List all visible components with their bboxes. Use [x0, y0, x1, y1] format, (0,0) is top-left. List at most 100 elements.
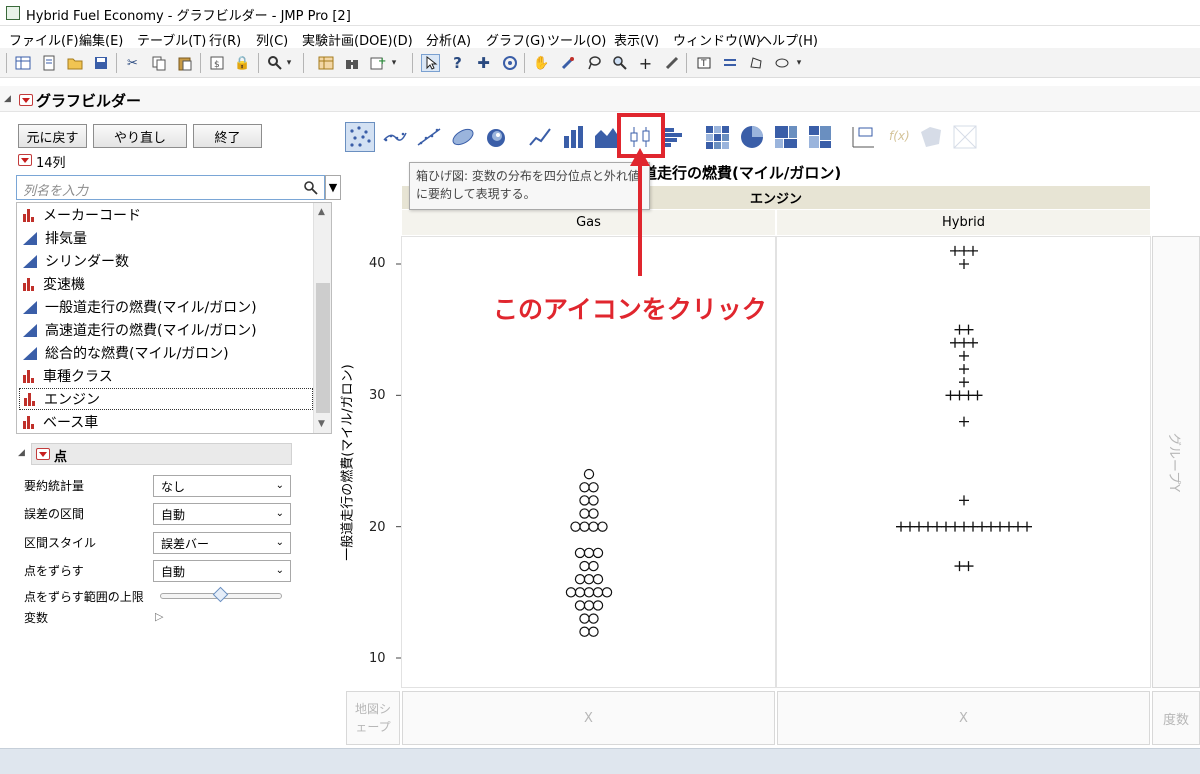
- menu-table[interactable]: テーブル(T): [137, 30, 206, 49]
- hand-icon[interactable]: ✋: [532, 54, 551, 72]
- data-point-gas[interactable]: [574, 574, 586, 585]
- data-point-gas[interactable]: [592, 574, 604, 585]
- cut-icon[interactable]: ✂: [123, 54, 142, 72]
- data-point-gas[interactable]: [574, 547, 586, 559]
- data-point-gas[interactable]: [588, 521, 599, 532]
- binoculars-icon[interactable]: [342, 54, 361, 72]
- lasso-icon[interactable]: [584, 54, 603, 72]
- data-point-hybrid[interactable]: [959, 377, 969, 388]
- data-point-gas[interactable]: [588, 482, 599, 493]
- open-icon[interactable]: [65, 54, 84, 72]
- y-axis-title[interactable]: 一般道走行の燃費(マイル/ガロン): [337, 273, 356, 653]
- data-point-hybrid[interactable]: [986, 521, 996, 532]
- data-point-hybrid[interactable]: [941, 521, 951, 532]
- data-point-hybrid[interactable]: [1013, 521, 1023, 532]
- data-point-gas[interactable]: [579, 508, 590, 519]
- data-point-hybrid[interactable]: [923, 521, 933, 532]
- new-table-icon[interactable]: [13, 54, 32, 72]
- data-point-hybrid[interactable]: [932, 521, 942, 532]
- data-point-hybrid[interactable]: [945, 390, 956, 401]
- polygon-icon[interactable]: [746, 54, 765, 72]
- menu-help[interactable]: ヘルプ(H): [759, 30, 818, 49]
- copy-icon[interactable]: [149, 54, 168, 72]
- data-point-hybrid[interactable]: [963, 561, 974, 572]
- data-point-hybrid[interactable]: [959, 364, 969, 375]
- x-dropzone-hybrid[interactable]: X: [777, 691, 1150, 745]
- data-point-hybrid[interactable]: [954, 561, 965, 572]
- save-icon[interactable]: [91, 54, 110, 72]
- data-point-gas[interactable]: [588, 560, 599, 572]
- data-point-hybrid[interactable]: [977, 521, 987, 532]
- help-tool-icon[interactable]: ?: [448, 54, 467, 72]
- data-point-gas[interactable]: [574, 600, 586, 611]
- menu-window[interactable]: ウィンドウ(W): [673, 30, 761, 49]
- data-point-gas[interactable]: [601, 587, 613, 598]
- plus-icon[interactable]: +: [636, 54, 655, 73]
- data-point-hybrid[interactable]: [950, 521, 960, 532]
- data-point-hybrid[interactable]: [959, 245, 969, 256]
- menu-cols[interactable]: 列(C): [256, 30, 288, 49]
- add-column-icon[interactable]: +: [368, 54, 387, 72]
- brush-icon[interactable]: [558, 54, 577, 72]
- data-point-hybrid[interactable]: [963, 324, 974, 335]
- data-point-hybrid[interactable]: [968, 245, 978, 256]
- menu-rows[interactable]: 行(R): [209, 30, 241, 49]
- toolbar-overflow-icon[interactable]: ▾: [389, 54, 399, 72]
- data-point-hybrid[interactable]: [959, 521, 969, 532]
- data-point-hybrid[interactable]: [950, 337, 960, 348]
- data-point-gas[interactable]: [592, 600, 604, 611]
- toolbar-overflow-icon[interactable]: ▾: [794, 54, 804, 72]
- magnifier-icon[interactable]: [610, 54, 629, 72]
- data-point-hybrid[interactable]: [950, 245, 960, 256]
- lock-icon[interactable]: 🔒: [233, 54, 252, 72]
- data-point-hybrid[interactable]: [968, 337, 978, 348]
- data-point-gas[interactable]: [583, 574, 595, 585]
- data-point-hybrid[interactable]: [995, 521, 1005, 532]
- menu-view[interactable]: 表示(V): [614, 30, 659, 49]
- arrow-tool-icon[interactable]: [421, 54, 440, 72]
- data-point-hybrid[interactable]: [968, 521, 978, 532]
- journal-icon[interactable]: $: [207, 54, 226, 72]
- data-point-hybrid[interactable]: [959, 337, 969, 348]
- data-point-gas[interactable]: [588, 613, 599, 624]
- data-point-gas[interactable]: [579, 560, 590, 572]
- data-point-hybrid[interactable]: [905, 521, 915, 532]
- simple-shape-icon[interactable]: [720, 54, 739, 72]
- map-shape-dropzone[interactable]: 地図シェープ: [346, 691, 400, 745]
- data-table-icon[interactable]: [316, 54, 335, 72]
- data-point-gas[interactable]: [592, 547, 604, 559]
- ellipse-icon[interactable]: [772, 54, 791, 72]
- data-point-gas[interactable]: [579, 626, 590, 637]
- data-point-gas[interactable]: [579, 521, 590, 532]
- menu-doe[interactable]: 実験計画(DOE)(D): [302, 30, 413, 49]
- data-point-hybrid[interactable]: [954, 390, 965, 401]
- data-point-hybrid[interactable]: [954, 324, 965, 335]
- paste-icon[interactable]: [175, 54, 194, 72]
- data-point-hybrid[interactable]: [959, 350, 969, 361]
- data-point-gas[interactable]: [579, 495, 590, 506]
- search-icon[interactable]: [265, 54, 284, 72]
- data-point-hybrid[interactable]: [1022, 521, 1032, 532]
- data-point-hybrid[interactable]: [1004, 521, 1014, 532]
- data-point-gas[interactable]: [588, 495, 599, 506]
- menu-analyze[interactable]: 分析(A): [426, 30, 471, 49]
- menu-tools[interactable]: ツール(O): [547, 30, 606, 49]
- data-point-gas[interactable]: [588, 626, 599, 637]
- data-point-hybrid[interactable]: [959, 416, 969, 427]
- line-tool-icon[interactable]: [662, 54, 681, 72]
- data-point-gas[interactable]: [588, 508, 599, 519]
- data-point-hybrid[interactable]: [959, 259, 969, 269]
- freq-dropzone[interactable]: 度数: [1152, 691, 1200, 745]
- group-y-dropzone[interactable]: グループY: [1152, 236, 1200, 688]
- new-script-icon[interactable]: [39, 54, 58, 72]
- menu-graph[interactable]: グラフ(G): [486, 30, 545, 49]
- data-point-gas[interactable]: [583, 468, 595, 480]
- data-point-gas[interactable]: [597, 521, 608, 532]
- menu-edit[interactable]: 編集(E): [79, 30, 123, 49]
- data-point-gas[interactable]: [574, 587, 586, 598]
- data-point-gas[interactable]: [583, 600, 595, 611]
- data-point-gas[interactable]: [579, 613, 590, 624]
- grabber-icon[interactable]: [500, 54, 519, 72]
- data-point-hybrid[interactable]: [896, 521, 906, 532]
- data-point-gas[interactable]: [592, 587, 604, 598]
